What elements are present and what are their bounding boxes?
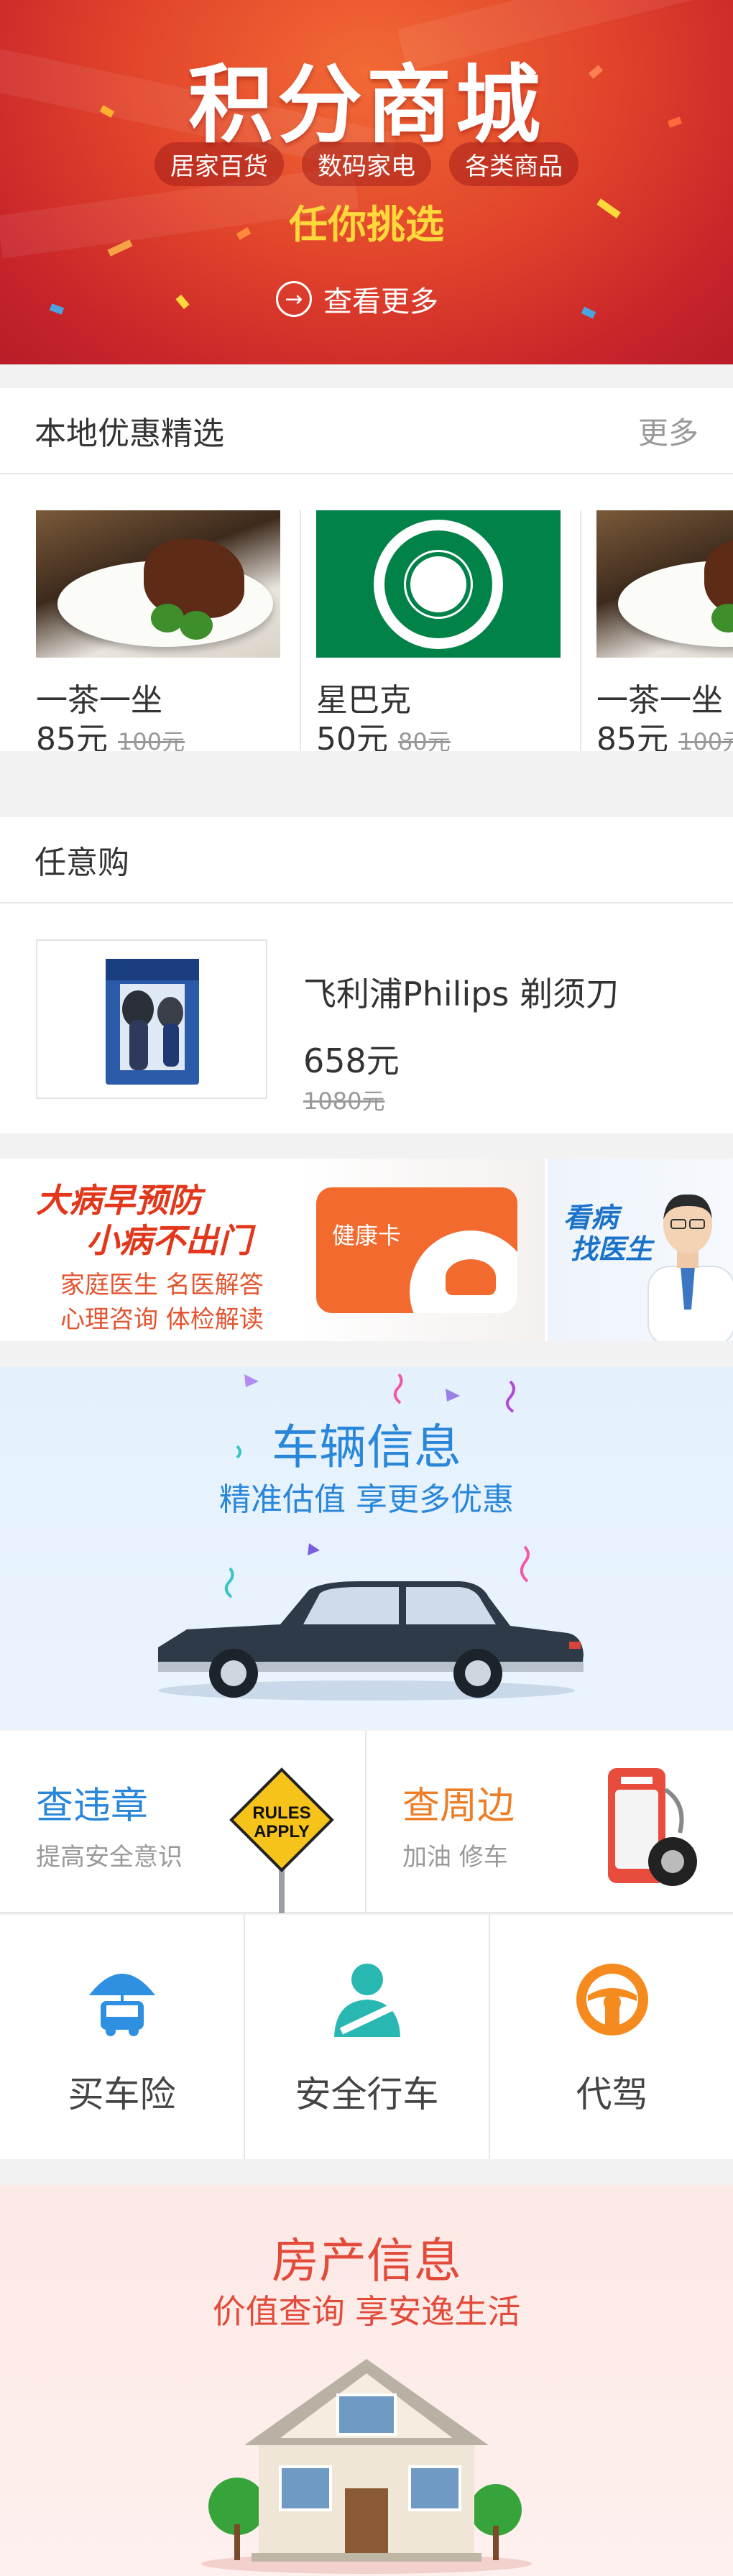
health-card-promo[interactable]: 大病早预防 小病不出门 家庭医生 名医解答 心理咨询 体检解读 健康卡 [0,1159,545,1341]
product-name: 飞利浦Philips 剃须刀 [303,975,619,1013]
points-mall-banner[interactable]: 积分商城 居家百货 数码家电 各类商品 任你挑选 → 查看更多 [0,0,733,364]
divider [580,510,581,751]
fuel-pump-tire-icon [608,1768,697,1886]
rules-sign-icon: RULES APPLY [229,1767,334,1913]
nearby-services-subtitle: 加油 修车 [402,1843,508,1872]
safe-driving-label: 安全行车 [295,2074,439,2115]
product-old-price: 1080元 [303,1087,385,1115]
product-image-shaver [36,939,267,1099]
property-info-banner[interactable]: 房产信息 价值查询 享安逸生活 [0,2185,733,2576]
vehicle-service-icons: 买车险 安全行车 代驾 [0,1915,733,2159]
sedan-car-illustration [158,1581,584,1701]
house-illustration [201,2359,532,2574]
confetti [175,294,190,310]
find-doctor-promo[interactable]: 看病 找医生 [548,1159,733,1341]
check-violations-button[interactable]: 查违章 提高安全意识 RULES APPLY [0,1731,365,1913]
confetti [49,303,65,315]
local-deals-section: 本地优惠精选 更多 一茶一坐 85元 100元 星巴克 50元 80元 一茶一坐… [0,388,733,751]
deal-current-price: 85元 [36,721,108,751]
seatbelt-driver-icon [334,1964,400,2037]
deal-carousel[interactable]: 一茶一坐 85元 100元 星巴克 50元 80元 一茶一坐 85元 100 [0,474,733,751]
banner-subtitle: 任你挑选 [289,202,444,247]
deal-card[interactable]: 星巴克 50元 80元 [316,474,561,751]
svg-text:APPLY: APPLY [254,1822,310,1841]
find-doctor-text: 看病 找医生 [563,1202,653,1265]
find-doctor-line2: 找医生 [571,1233,653,1265]
section-header: 任意购 [0,817,733,903]
health-card-image: 健康卡 [316,1187,517,1313]
banner-tag: 数码家电 [302,142,431,186]
vehicle-quick-links: 查违章 提高安全意识 RULES APPLY 查周边 加油 修车 [0,1731,733,1913]
deal-image-starbucks [316,510,561,658]
arrow-right-circle-icon: → [276,281,312,317]
health-slogan-line2: 小病不出门 [86,1221,252,1260]
deal-price: 85元 100元 [36,713,185,751]
divider [300,510,301,751]
check-violations-subtitle: 提高安全意识 [36,1843,183,1872]
designated-driver-button[interactable]: 代驾 [490,1915,733,2159]
deal-image-food [596,510,733,658]
view-more-button[interactable]: → 查看更多 [276,279,438,319]
deal-old-price: 100元 [118,728,185,751]
svg-text:RULES: RULES [252,1803,310,1823]
health-banner: 大病早预防 小病不出门 家庭医生 名医解答 心理咨询 体检解读 健康卡 看病 找… [0,1159,733,1341]
safe-driving-button[interactable]: 安全行车 [245,1915,489,2159]
heart-icon [446,1259,496,1295]
more-link[interactable]: 更多 [638,409,699,453]
health-card-label: 健康卡 [332,1222,402,1249]
deal-price: 50元 80元 [316,713,451,751]
property-subtitle: 价值查询 享安逸生活 [212,2292,521,2331]
product-price: 658元 [303,1041,400,1080]
section-header: 本地优惠精选 更多 [0,388,733,474]
deal-old-price: 80元 [398,728,451,751]
banner-title: 积分商城 [188,55,545,155]
umbrella-bus-icon [89,1974,155,2036]
find-doctor-line1: 看病 [563,1202,619,1233]
confetti [581,306,596,319]
deal-current-price: 50元 [316,721,388,751]
buy-car-insurance-label: 买车险 [68,2074,176,2115]
banner-tag: 居家百货 [154,142,284,186]
section-title: 本地优惠精选 [34,415,224,452]
banner-tags: 居家百货 数码家电 各类商品 [0,142,733,186]
section-title: 任意购 [34,845,129,881]
banner-tag: 各类商品 [449,142,579,186]
doctor-illustration [647,1194,733,1341]
deal-card[interactable]: 一茶一坐 85元100元 [36,474,280,751]
buy-car-insurance-button[interactable]: 买车险 [0,1915,244,2159]
health-services-row1: 家庭医生 名医解答 [60,1271,264,1300]
steering-wheel-icon [576,1964,648,2036]
nearby-services-button[interactable]: 查周边 加油 修车 [366,1731,732,1913]
product-item[interactable]: 飞利浦Philips 剃须刀 658元 1080元 [0,903,733,1141]
view-more-label: 查看更多 [323,285,438,318]
deal-image-food [36,510,280,658]
deal-price: 85元 100元 [596,713,733,751]
deal-current-price: 85元 [596,721,668,751]
nearby-services-title: 查周边 [402,1785,515,1828]
designated-driver-label: 代驾 [576,2074,648,2115]
any-buy-section: 任意购 飞利浦Philips 剃须刀 658元 1080元 [0,817,733,1133]
deal-card[interactable]: 一茶一坐 85元100元 [596,474,733,751]
property-title: 房产信息 [272,2233,461,2288]
starbucks-logo-icon [406,551,471,617]
deal-old-price: 100元 [678,728,733,751]
vehicle-info-banner[interactable]: 车辆信息 精准估值 享更多优惠 [0,1367,733,1729]
health-services-row2: 心理咨询 体检解读 [60,1305,264,1334]
check-violations-title: 查违章 [36,1785,149,1828]
